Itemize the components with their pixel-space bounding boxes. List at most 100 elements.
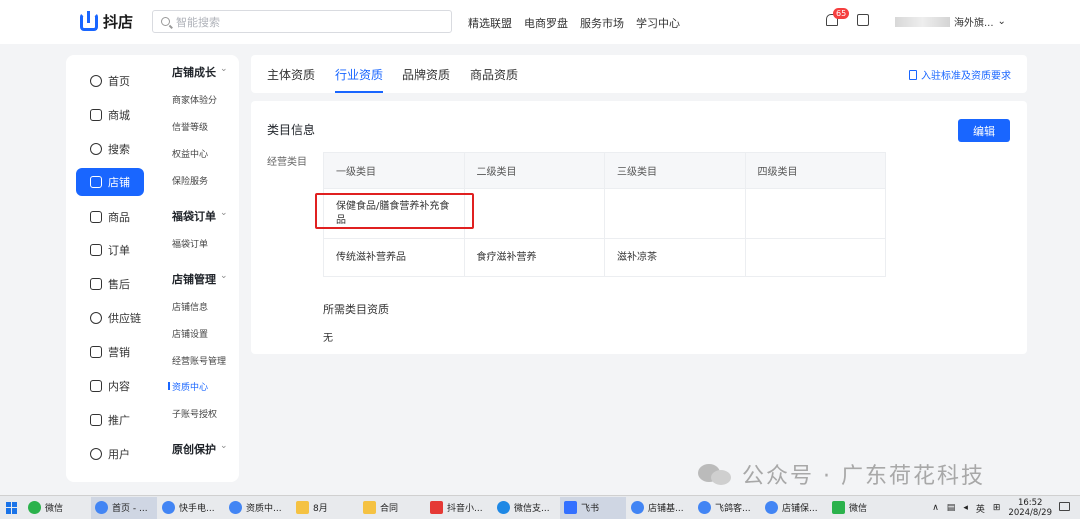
sidebar-item-label: 内容 (108, 380, 130, 393)
app-logo[interactable]: 抖店 (80, 10, 133, 32)
subnav-item[interactable]: 商家体验分 (172, 93, 217, 106)
edit-button[interactable]: 编辑 (958, 119, 1010, 142)
subnav-item[interactable]: 保险服务 (172, 174, 208, 187)
required-qualification-value: 无 (323, 333, 333, 344)
windows-taskbar: 微信 首页 - ... 快手电... 资质中... 8月 合同 抖音小... 微… (0, 495, 1080, 519)
sidebar-item-label: 商城 (108, 109, 130, 122)
volume-icon[interactable]: ◂ (963, 503, 968, 513)
taskbar-app[interactable]: 微信 (828, 497, 894, 519)
sidebar-item-promotion[interactable]: 推广 (76, 406, 144, 434)
taskbar-app-label: 抖音小... (447, 504, 483, 514)
taskbar-app-label: 微信支... (514, 504, 550, 514)
sidebar-item-supply-chain[interactable]: 供应链 (76, 304, 144, 332)
topnav-link[interactable]: 服务市场 (580, 15, 624, 31)
taskbar-app[interactable]: 首页 - ... (91, 496, 157, 519)
taskbar-app[interactable]: 快手电... (158, 497, 224, 519)
network-icon[interactable]: ▤ (947, 503, 956, 513)
sidebar-item-home[interactable]: 首页 (76, 67, 144, 95)
topnav-link[interactable]: 精选联盟 (468, 15, 512, 31)
taskbar-app-label: 飞鸽客... (715, 504, 751, 514)
taskbar-app[interactable]: 微信 (24, 497, 90, 519)
notification-center-icon[interactable] (1059, 502, 1070, 511)
taskbar-app[interactable]: 店铺保... (761, 497, 827, 519)
taskbar-app[interactable]: 资质中... (225, 497, 291, 519)
document-icon (909, 69, 917, 80)
sidebar-item-label: 用户 (108, 448, 130, 461)
column-header: 二级类目 (463, 152, 605, 189)
start-button[interactable] (0, 496, 24, 519)
doudian-logo-icon (80, 10, 98, 31)
table-cell (744, 188, 886, 239)
entry-standards-label: 入驻标准及资质要求 (921, 71, 1011, 82)
watermark-text: 公众号 · 广东荷花科技 (742, 464, 985, 489)
sidebar-item-order[interactable]: 订单 (76, 236, 144, 264)
tab-industry-qualification[interactable]: 行业资质 (335, 66, 384, 93)
tab-entity-qualification[interactable]: 主体资质 (267, 66, 315, 83)
table-cell (604, 188, 746, 239)
search-icon (90, 143, 102, 155)
subnav-item[interactable]: 子账号授权 (172, 407, 217, 420)
subnav-group-title[interactable]: 店铺成长 ⌄ (172, 64, 228, 80)
tab-product-qualification[interactable]: 商品资质 (470, 66, 518, 83)
grid-icon[interactable]: ⊞ (993, 503, 1001, 513)
user-menu[interactable]: 海外旗... ⌄ (895, 14, 1006, 29)
shop-switch-icon[interactable] (857, 14, 869, 26)
table-cell: 食疗滋补营养 (463, 238, 605, 277)
sidebar-item-product[interactable]: 商品 (76, 203, 144, 231)
taskbar-app[interactable]: 飞鸽客... (694, 497, 760, 519)
sidebar-item-store[interactable]: 店铺 (76, 168, 144, 196)
chevron-down-icon: ⌄ (220, 208, 228, 218)
subnav-item[interactable]: 店铺信息 (172, 300, 208, 313)
sidebar-item-label: 搜索 (108, 143, 130, 156)
topnav-link[interactable]: 学习中心 (636, 15, 680, 31)
sidebar-item-search[interactable]: 搜索 (76, 135, 144, 163)
taskbar-app[interactable]: 店铺基... (627, 497, 693, 519)
tab-brand-qualification[interactable]: 品牌资质 (402, 66, 450, 83)
taskbar-app[interactable]: 8月 (292, 497, 358, 519)
taskbar-app[interactable]: 飞书 (560, 496, 626, 519)
subnav-item[interactable]: 信誉等级 (172, 120, 208, 133)
subnav-item[interactable]: 权益中心 (172, 147, 208, 160)
subnav-item[interactable]: 店铺设置 (172, 327, 208, 340)
wps-icon (430, 501, 443, 514)
subnav-group-title[interactable]: 原创保护 ⌄ (172, 441, 228, 457)
field-label: 经营类目 (267, 157, 307, 168)
sidebar-item-aftersale[interactable]: 售后 (76, 270, 144, 298)
chevron-up-icon[interactable]: ∧ (932, 503, 939, 513)
subnav-group-title[interactable]: 店铺管理 ⌄ (172, 271, 228, 287)
highlight-annotation-box (315, 193, 474, 229)
required-qualification-title: 所需类目资质 (323, 303, 389, 316)
sidebar-item-marketing[interactable]: 营销 (76, 338, 144, 366)
subnav-item[interactable]: 福袋订单 (172, 237, 208, 250)
sidebar-item-label: 售后 (108, 278, 130, 291)
entry-standards-link[interactable]: 入驻标准及资质要求 (909, 67, 1011, 82)
sidebar-item-label: 营销 (108, 346, 130, 359)
taskbar-app[interactable]: 抖音小... (426, 497, 492, 519)
sidebar-item-mall[interactable]: 商城 (76, 101, 144, 129)
search-input[interactable]: 智能搜索 (152, 10, 452, 33)
subnav-item-active[interactable]: 资质中心 (167, 380, 208, 393)
clock-time: 16:52 (1017, 498, 1043, 508)
topnav-link[interactable]: 电商罗盘 (524, 15, 568, 31)
sidebar-item-content[interactable]: 内容 (76, 372, 144, 400)
top-nav: 精选联盟 电商罗盘 服务市场 学习中心 (468, 15, 680, 31)
primary-sidebar: 首页 商城 搜索 店铺 商品 订单 售后 供应链 营销 内容 推广 用户 (66, 55, 154, 482)
subnav-group-title[interactable]: 福袋订单 ⌄ (172, 208, 228, 224)
edge-icon (497, 501, 510, 514)
subnav-item[interactable]: 经营账号管理 (172, 354, 226, 367)
folder-icon (363, 501, 376, 514)
clock[interactable]: 16:52 2024/8/29 (1008, 498, 1052, 518)
taskbar-app[interactable]: 微信支... (493, 497, 559, 519)
secondary-sidebar: 店铺成长 ⌄ 商家体验分 信誉等级 权益中心 保险服务 福袋订单 ⌄ 福袋订单 店铺… (154, 55, 239, 482)
column-header: 四级类目 (744, 152, 886, 189)
sidebar-item-user[interactable]: 用户 (76, 440, 144, 468)
supply-chain-icon (90, 312, 102, 324)
ime-indicator[interactable]: 英 (976, 502, 985, 515)
taskbar-app-label: 微信 (45, 504, 64, 514)
table-cell: 滋补凉茶 (604, 238, 746, 277)
taskbar-app-label: 资质中... (246, 504, 282, 514)
sidebar-item-label: 店铺 (108, 176, 130, 189)
chevron-down-icon: ⌄ (220, 271, 228, 281)
taskbar-app-label: 店铺保... (782, 504, 818, 514)
taskbar-app[interactable]: 合同 (359, 497, 425, 519)
